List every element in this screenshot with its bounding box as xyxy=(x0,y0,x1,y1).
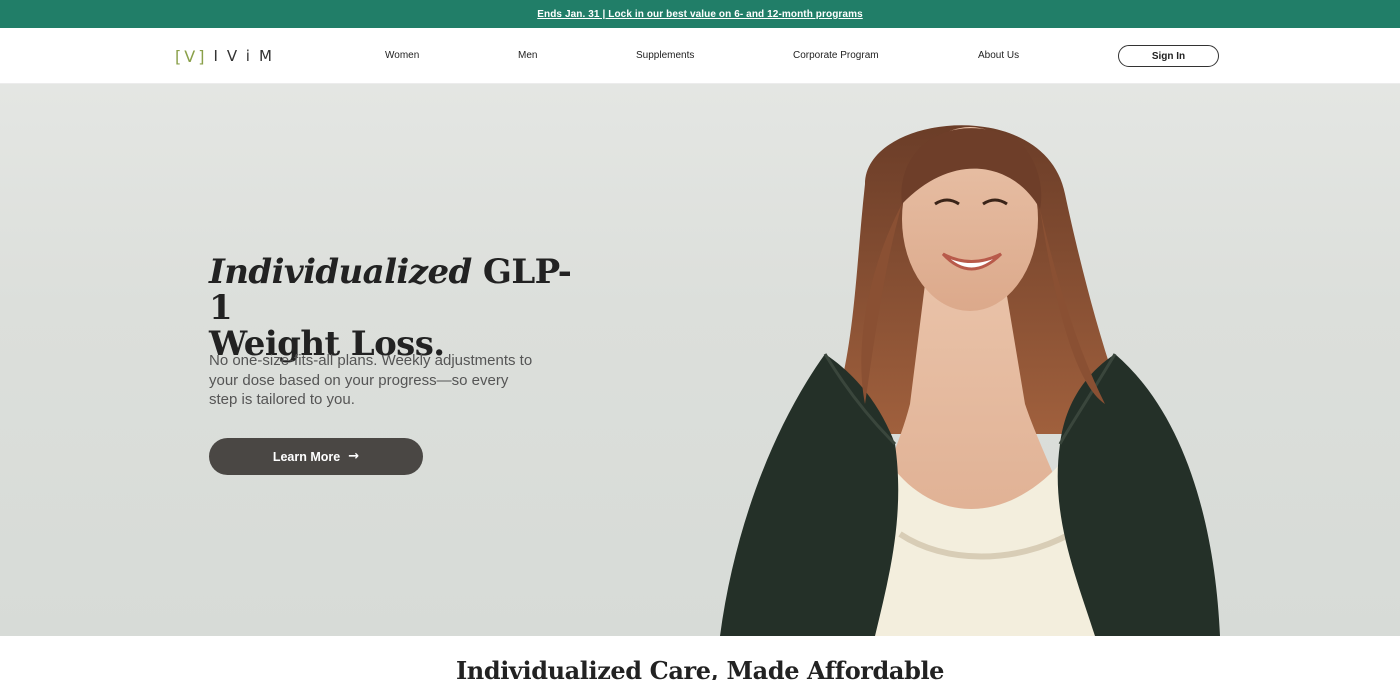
logo-wordmark: IViM xyxy=(213,47,281,65)
arrow-right-icon: → xyxy=(348,449,360,464)
hero-portrait-image xyxy=(720,125,1220,636)
nav-corporate-program[interactable]: Corporate Program xyxy=(793,50,879,61)
hero-section: Individualized GLP-1 Weight Loss. No one… xyxy=(0,84,1400,636)
sign-in-button[interactable]: Sign In xyxy=(1118,45,1219,67)
brand-logo[interactable]: [V] IViM xyxy=(175,45,281,67)
nav-women[interactable]: Women xyxy=(385,50,419,61)
nav-men[interactable]: Men xyxy=(518,50,537,61)
hero-title-italic: Individualized xyxy=(209,252,472,292)
section-title: Individualized Care, Made Affordable xyxy=(455,656,945,680)
nav-supplements[interactable]: Supplements xyxy=(636,50,694,61)
announcement-bar: Ends Jan. 31 | Lock in our best value on… xyxy=(0,0,1400,28)
learn-more-button[interactable]: Learn More → xyxy=(209,438,423,475)
hero-title: Individualized GLP-1 Weight Loss. xyxy=(209,254,589,362)
announcement-link[interactable]: Ends Jan. 31 | Lock in our best value on… xyxy=(537,9,862,20)
nav-about-us[interactable]: About Us xyxy=(978,50,1019,61)
site-header: [V] IViM Women Men Supplements Corporate… xyxy=(0,28,1400,84)
logo-mark: [V] xyxy=(175,46,208,66)
learn-more-label: Learn More xyxy=(272,449,341,464)
hero-subtitle: No one-size-fits-all plans. Weekly adjus… xyxy=(209,352,533,408)
